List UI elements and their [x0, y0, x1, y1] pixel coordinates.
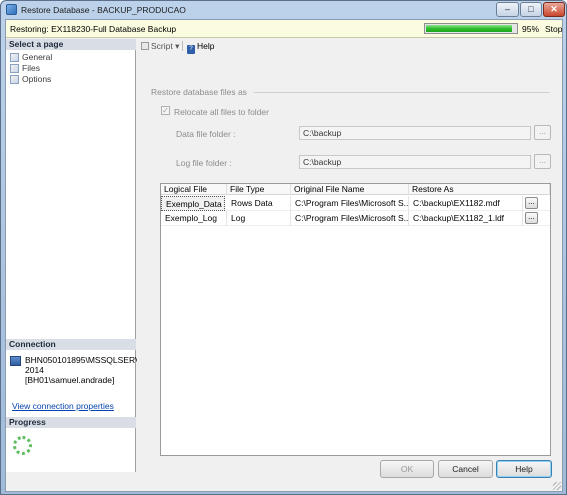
title-bar[interactable]: Restore Database - BACKUP_PRODUCAO – □ ✕ — [1, 1, 566, 19]
column-header[interactable]: Logical File Name — [161, 184, 227, 205]
log-folder-label: Log file folder : — [176, 158, 232, 168]
app-icon — [6, 4, 17, 15]
help-toolbar-button[interactable]: ? Help — [187, 41, 214, 54]
chevron-down-icon[interactable]: ▾ — [175, 41, 179, 51]
stop-link[interactable]: Stop — [545, 24, 563, 34]
column-header[interactable]: File Type — [227, 184, 291, 195]
script-icon — [141, 42, 149, 50]
data-folder-browse-button[interactable]: ... — [534, 125, 551, 140]
progress-header: Progress — [6, 417, 136, 428]
row-browse-button[interactable]: ... — [525, 212, 538, 224]
row-browse-button[interactable]: ... — [525, 197, 538, 209]
select-page-header: Select a page — [6, 39, 136, 50]
column-header[interactable]: Restore As — [409, 184, 550, 195]
connection-server: BHN050101895\MSSQLSERVER — [25, 355, 153, 365]
group-divider — [254, 92, 550, 93]
relocate-checkbox[interactable]: ✓ — [161, 106, 170, 115]
help-button[interactable]: Help — [496, 460, 552, 478]
toolbar-separator — [182, 41, 183, 51]
ok-button[interactable]: OK — [380, 460, 434, 478]
page-icon — [10, 64, 19, 73]
grid-header: Logical File Name File Type Original Fil… — [161, 184, 550, 205]
dialog-client: Restoring: EX118230-Full Database Backup… — [5, 19, 563, 492]
log-folder-browse-button[interactable]: ... — [534, 154, 551, 169]
data-folder-field[interactable]: C:\backup — [299, 126, 531, 140]
original-file-cell: C:\Program Files\Microsoft S... — [291, 211, 409, 226]
minimize-button[interactable]: – — [496, 2, 519, 17]
view-connection-properties-link[interactable]: View connection properties — [12, 401, 114, 411]
script-label: Script — [151, 41, 173, 51]
cancel-button[interactable]: Cancel — [438, 460, 493, 478]
close-button[interactable]: ✕ — [543, 2, 565, 17]
sidebar-item-label: General — [22, 52, 53, 62]
server-icon — [10, 356, 21, 366]
page-icon — [10, 75, 19, 84]
restore-as-cell[interactable]: C:\backup\EX1182_1.ldf — [409, 211, 523, 226]
log-folder-field[interactable]: C:\backup — [299, 155, 531, 169]
file-type-cell: Rows Data — [227, 196, 291, 211]
restore-as-cell[interactable]: C:\backup\EX1182.mdf — [409, 196, 523, 211]
connection-header: Connection — [6, 339, 136, 350]
files-grid: Logical File Name File Type Original Fil… — [160, 183, 551, 456]
sidebar-item-files[interactable]: Files — [10, 63, 40, 74]
page-icon — [10, 53, 19, 62]
help-icon: ? — [187, 45, 195, 54]
logical-name-cell[interactable]: Exemplo_Log — [161, 211, 227, 226]
sidebar-item-general[interactable]: General — [10, 52, 52, 63]
progress-bar — [424, 23, 518, 34]
status-message: Restoring: EX118230-Full Database Backup — [10, 24, 177, 34]
original-file-cell: C:\Program Files\Microsoft S... — [291, 196, 409, 211]
relocate-label: Relocate all files to folder — [174, 107, 269, 117]
script-button[interactable]: Script ▾ — [141, 41, 179, 52]
data-folder-label: Data file folder : — [176, 129, 236, 139]
group-title: Restore database files as — [151, 87, 247, 97]
progress-percent: 95% — [522, 24, 540, 34]
connection-user: 2014 [BH01\samuel.andrade] — [25, 365, 115, 385]
right-panel: Script ▾ ? Help Restore database files as… — [137, 39, 562, 472]
restore-database-window: Restore Database - BACKUP_PRODUCAO – □ ✕… — [0, 0, 567, 495]
file-type-cell: Log — [227, 211, 291, 226]
table-row[interactable]: Exemplo_Log Log C:\Program Files\Microso… — [161, 211, 550, 226]
window-title: Restore Database - BACKUP_PRODUCAO — [21, 5, 186, 15]
help-label: Help — [197, 41, 215, 51]
sidebar-item-label: Files — [22, 63, 40, 73]
maximize-button[interactable]: □ — [520, 2, 542, 17]
status-bar: Restoring: EX118230-Full Database Backup… — [6, 20, 563, 38]
progress-spinner-icon — [13, 436, 32, 455]
column-header[interactable]: Original File Name — [291, 184, 409, 195]
toolbar: Script ▾ ? Help — [137, 39, 562, 54]
logical-name-cell[interactable]: Exemplo_Data — [161, 196, 225, 211]
progress-fill — [426, 25, 512, 32]
sidebar-item-label: Options — [22, 74, 52, 84]
table-row[interactable]: Exemplo_Data Rows Data C:\Program Files\… — [161, 196, 550, 211]
left-panel: Select a page General Files Options Conn… — [6, 39, 152, 472]
sidebar-item-options[interactable]: Options — [10, 74, 51, 85]
resize-grip-icon[interactable] — [553, 482, 561, 490]
